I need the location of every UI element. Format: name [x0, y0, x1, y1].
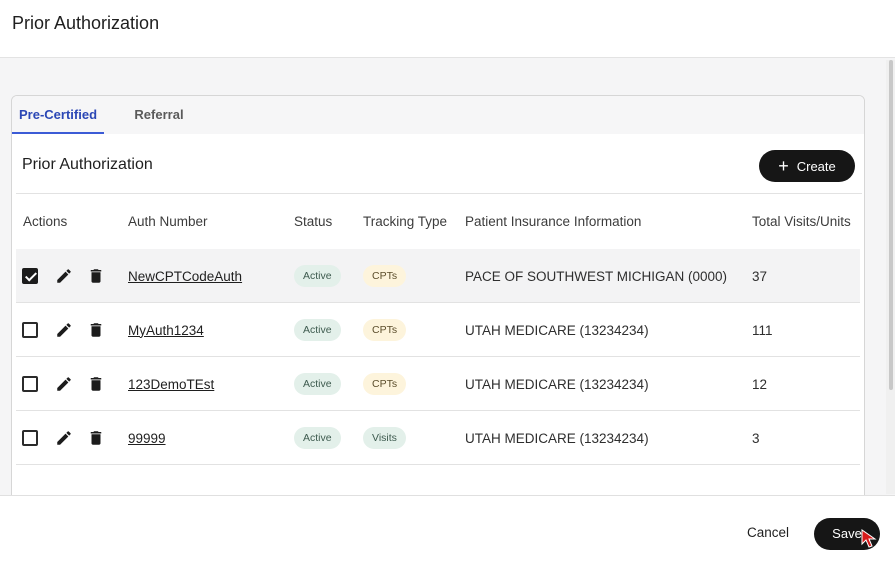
auth-number-link[interactable]: NewCPTCodeAuth	[128, 269, 242, 284]
tracking-type-badge: CPTs	[363, 265, 407, 287]
insurance-info: UTAH MEDICARE (13234234)	[465, 430, 649, 446]
column-header-auth-number: Auth Number	[128, 214, 208, 229]
total-visits-units: 12	[752, 376, 768, 392]
tracking-type-badge: Visits	[363, 427, 406, 449]
create-button-label: Create	[796, 158, 836, 174]
table-row: MyAuth1234 Active CPTs UTAH MEDICARE (13…	[16, 303, 860, 357]
plus-icon: +	[778, 156, 789, 176]
row-checkbox[interactable]	[22, 430, 38, 446]
table-row-partial	[16, 465, 860, 495]
insurance-info: PACE OF SOUTHWEST MICHIGAN (0000)	[465, 268, 728, 284]
total-visits-units: 111	[752, 322, 773, 338]
auth-number-link[interactable]: 99999	[128, 431, 166, 446]
edit-pencil-icon[interactable]	[54, 428, 74, 448]
status-badge: Active	[294, 427, 341, 449]
column-header-insurance: Patient Insurance Information	[465, 214, 642, 229]
table-divider	[16, 193, 862, 194]
modal-header: Prior Authorization	[0, 0, 895, 58]
insurance-info: UTAH MEDICARE (13234234)	[465, 322, 649, 338]
page-title: Prior Authorization	[12, 13, 160, 33]
section-title: Prior Authorization	[22, 156, 153, 173]
column-header-total-visits: Total Visits/Units	[752, 214, 851, 229]
insurance-info: UTAH MEDICARE (13234234)	[465, 376, 649, 392]
modal-footer: Cancel Save	[0, 495, 895, 566]
trash-icon[interactable]	[86, 320, 106, 340]
total-visits-units: 3	[752, 430, 760, 446]
row-checkbox[interactable]	[22, 376, 38, 392]
edit-pencil-icon[interactable]	[54, 266, 74, 286]
tab-referral[interactable]: Referral	[122, 96, 196, 134]
tracking-type-badge: CPTs	[363, 373, 407, 395]
scrollbar-thumb[interactable]	[889, 60, 893, 390]
status-badge: Active	[294, 373, 341, 395]
tab-pre-certified[interactable]: Pre-Certified	[12, 96, 104, 134]
edit-pencil-icon[interactable]	[54, 320, 74, 340]
column-header-actions: Actions	[23, 214, 68, 229]
auth-number-link[interactable]: 123DemoTEst	[128, 377, 214, 392]
edit-pencil-icon[interactable]	[54, 374, 74, 394]
table-row: 99999 Active Visits UTAH MEDICARE (13234…	[16, 411, 860, 465]
trash-icon[interactable]	[86, 428, 106, 448]
status-badge: Active	[294, 265, 341, 287]
trash-icon[interactable]	[86, 266, 106, 286]
table-row: NewCPTCodeAuth Active CPTs PACE OF SOUTH…	[16, 249, 860, 303]
column-header-tracking-type: Tracking Type	[363, 214, 448, 229]
tab-strip: Pre-Certified Referral	[12, 96, 864, 134]
tracking-type-badge: CPTs	[363, 319, 407, 341]
auth-number-link[interactable]: MyAuth1234	[128, 323, 204, 338]
row-checkbox[interactable]	[22, 322, 38, 338]
authorization-card: Pre-Certified Referral Prior Authorizati…	[11, 95, 865, 495]
create-button[interactable]: + Create	[759, 150, 855, 182]
modal-body: Pre-Certified Referral Prior Authorizati…	[0, 58, 895, 495]
cancel-button[interactable]: Cancel	[737, 519, 799, 547]
total-visits-units: 37	[752, 268, 768, 284]
scrollbar[interactable]	[886, 60, 895, 494]
mouse-pointer-icon	[861, 529, 877, 548]
row-checkbox[interactable]	[22, 268, 38, 284]
column-header-status: Status	[294, 214, 333, 229]
status-badge: Active	[294, 319, 341, 341]
table-row: 123DemoTEst Active CPTs UTAH MEDICARE (1…	[16, 357, 860, 411]
trash-icon[interactable]	[86, 374, 106, 394]
